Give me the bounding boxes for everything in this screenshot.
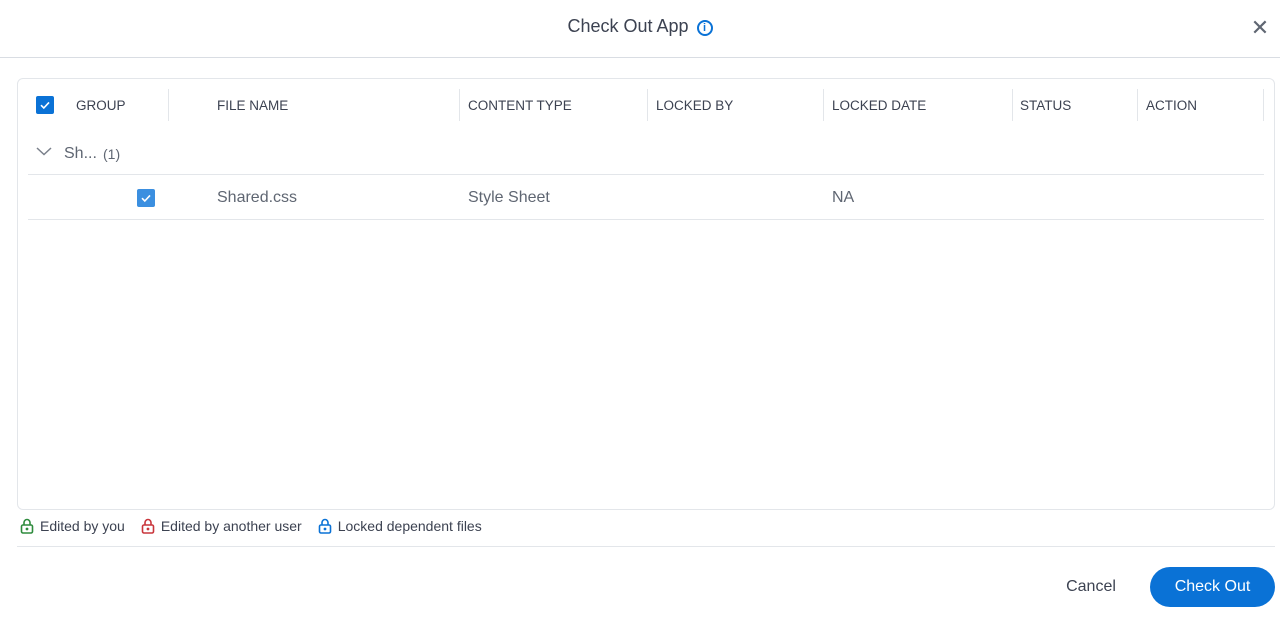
lock-green-icon [20, 518, 34, 534]
group-row[interactable]: Sh... (1) [28, 131, 1264, 175]
group-count: (1) [103, 146, 121, 162]
column-divider[interactable] [1137, 89, 1138, 121]
legend-item-locked-dependent-files: Locked dependent files [318, 518, 482, 534]
legend-item-edited-by-another-user: Edited by another user [141, 518, 302, 534]
column-header-locked-by[interactable]: LOCKED BY [656, 79, 733, 131]
legend-label: Edited by another user [160, 518, 302, 534]
title-wrap: Check Out App i [0, 16, 1280, 37]
cancel-button[interactable]: Cancel [1058, 572, 1124, 602]
dialog-header: Check Out App i ✕ [0, 0, 1280, 58]
dialog-title: Check Out App [567, 16, 689, 36]
column-divider[interactable] [1263, 89, 1264, 121]
column-divider[interactable] [647, 89, 648, 121]
chevron-down-icon[interactable] [36, 145, 52, 157]
row-checkbox[interactable] [137, 175, 155, 220]
legend-item-edited-by-you: Edited by you [20, 518, 125, 534]
cell-locked-date: NA [832, 188, 855, 206]
select-all-checkbox[interactable] [36, 79, 54, 131]
column-divider[interactable] [1012, 89, 1013, 121]
grid-header: GROUP FILE NAME CONTENT TYPE LOCKED BY L… [18, 79, 1274, 131]
column-divider[interactable] [823, 89, 824, 121]
group-name: Sh... [64, 145, 97, 162]
cell-content-type: Style Sheet [468, 188, 550, 206]
table-row[interactable]: Shared.css Style Sheet NA [28, 175, 1264, 220]
checkbox-checked-icon[interactable] [137, 188, 155, 207]
legend-label: Locked dependent files [337, 518, 482, 534]
lock-blue-icon [318, 518, 332, 534]
column-header-content-type[interactable]: CONTENT TYPE [468, 79, 572, 131]
close-icon[interactable]: ✕ [1248, 16, 1272, 40]
column-header-action[interactable]: ACTION [1146, 79, 1197, 131]
cell-file-name: Shared.css [217, 188, 298, 206]
lock-red-icon [141, 518, 155, 534]
legend-label: Edited by you [40, 518, 125, 534]
legend: Edited by you Edited by another user Loc… [20, 518, 498, 534]
column-header-status[interactable]: STATUS [1020, 79, 1071, 131]
column-header-locked-date[interactable]: LOCKED DATE [832, 79, 926, 131]
column-header-file-name[interactable]: FILE NAME [217, 79, 288, 131]
info-circle-icon[interactable]: i [696, 19, 713, 36]
check-out-button[interactable]: Check Out [1150, 567, 1275, 607]
column-header-group[interactable]: GROUP [76, 79, 126, 131]
checkout-grid: GROUP FILE NAME CONTENT TYPE LOCKED BY L… [17, 78, 1275, 510]
checkbox-checked-icon[interactable] [36, 96, 54, 114]
footer-divider [17, 546, 1275, 547]
column-divider[interactable] [459, 89, 460, 121]
column-divider[interactable] [168, 89, 169, 121]
